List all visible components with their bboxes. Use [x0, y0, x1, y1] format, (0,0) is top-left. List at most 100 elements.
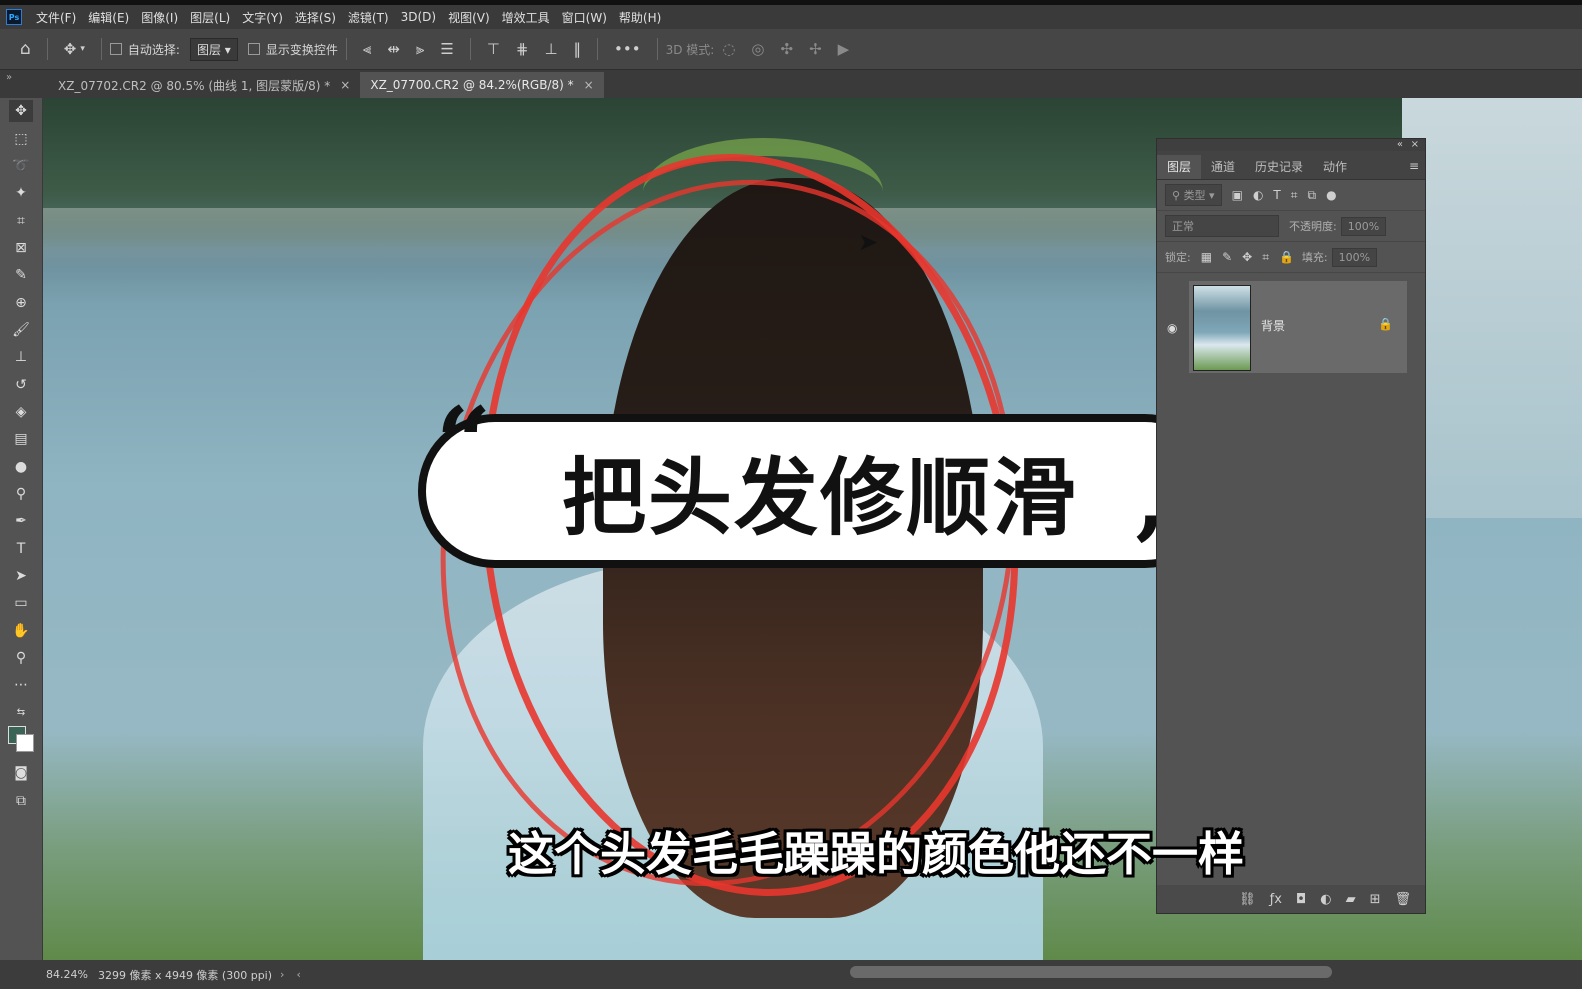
align-middle-icon[interactable]: ⋕ [516, 40, 529, 58]
lock-position-icon[interactable]: ✥ [1242, 250, 1252, 264]
lock-icon[interactable]: 🔒 [1378, 317, 1393, 331]
expand-toolbar-icon[interactable]: » [0, 70, 48, 83]
crop-tool-icon[interactable]: ⌗ [9, 210, 33, 232]
path-selection-tool-icon[interactable]: ➤ [9, 565, 33, 587]
healing-brush-tool-icon[interactable]: ⊕ [9, 292, 33, 314]
magic-wand-tool-icon[interactable]: ✦ [9, 182, 33, 204]
frame-tool-icon[interactable]: ⊠ [9, 237, 33, 259]
distribute-v-icon[interactable]: ‖ [574, 40, 582, 58]
add-mask-icon[interactable]: ◘ [1296, 892, 1306, 907]
blur-tool-icon[interactable]: ● [9, 456, 33, 478]
panel-menu-icon[interactable]: ≡ [1409, 159, 1419, 173]
eraser-tool-icon[interactable]: ◈ [9, 401, 33, 423]
horizontal-scrollbar[interactable] [850, 966, 1332, 978]
filter-adjustment-icon[interactable]: ◐ [1253, 188, 1263, 202]
layer-filter-dropdown[interactable]: ⚲ 类型 ▾ [1165, 184, 1222, 206]
background-color-swatch[interactable] [16, 734, 34, 752]
move-tool-icon[interactable]: ✥ [9, 100, 33, 122]
quick-mask-icon[interactable]: ◙ [9, 762, 33, 784]
drag-3d-icon[interactable]: ✣ [781, 40, 794, 58]
align-top-icon[interactable]: ⊤ [487, 40, 500, 58]
menu-3d[interactable]: 3D(D) [401, 10, 436, 24]
marquee-tool-icon[interactable]: ⬚ [9, 128, 33, 150]
zoom-tool-icon[interactable]: ⚲ [9, 647, 33, 669]
align-bottom-icon[interactable]: ⊥ [544, 40, 557, 58]
tab-history[interactable]: 历史记录 [1245, 155, 1313, 179]
slide-3d-icon[interactable]: ✢ [809, 40, 822, 58]
panel-tabs: 图层 通道 历史记录 动作 ≡ [1157, 151, 1425, 180]
menu-select[interactable]: 选择(S) [295, 9, 336, 26]
brush-tool-icon[interactable]: 🖌 [9, 319, 33, 341]
hand-tool-icon[interactable]: ✋ [9, 620, 33, 642]
lock-all-icon[interactable]: 🔒 [1279, 250, 1294, 264]
opacity-input[interactable]: 100% [1340, 216, 1387, 236]
lock-artboard-icon[interactable]: ⌗ [1262, 250, 1269, 265]
menu-file[interactable]: 文件(F) [36, 9, 76, 26]
menu-type[interactable]: 文字(Y) [242, 9, 283, 26]
show-transform-checkbox[interactable] [247, 43, 260, 55]
menu-edit[interactable]: 编辑(E) [88, 9, 129, 26]
close-icon[interactable]: × [584, 78, 594, 92]
close-icon[interactable]: × [340, 78, 350, 92]
gradient-tool-icon[interactable]: ▤ [9, 428, 33, 450]
tab-document-1[interactable]: XZ_07702.CR2 @ 80.5% (曲线 1, 图层蒙版/8) * × [48, 72, 360, 98]
chevron-down-icon[interactable]: ▾ [80, 44, 85, 54]
tab-layers[interactable]: 图层 [1157, 155, 1202, 179]
filter-toggle-icon[interactable]: ● [1326, 188, 1336, 202]
menu-view[interactable]: 视图(V) [448, 9, 490, 26]
history-brush-tool-icon[interactable]: ↺ [9, 374, 33, 396]
zoom-level[interactable]: 84.24% [46, 968, 88, 981]
filter-shape-icon[interactable]: ⌗ [1291, 188, 1298, 203]
blend-mode-dropdown[interactable]: 正常 [1165, 215, 1279, 237]
eyedropper-tool-icon[interactable]: ✎ [9, 264, 33, 286]
stamp-tool-icon[interactable]: ⊥ [9, 346, 33, 368]
menu-image[interactable]: 图像(I) [141, 9, 178, 26]
menu-filter[interactable]: 滤镜(T) [348, 9, 389, 26]
menu-window[interactable]: 窗口(W) [562, 9, 607, 26]
swap-colors-icon[interactable]: ⇆ [9, 702, 33, 724]
lasso-tool-icon[interactable]: ➰ [9, 155, 33, 177]
layer-effects-icon[interactable]: ƒx [1270, 892, 1282, 907]
scroll-left-icon[interactable]: ‹ [296, 968, 300, 981]
menu-layer[interactable]: 图层(L) [190, 9, 230, 26]
auto-select-dropdown[interactable]: 图层 ▾ [189, 37, 238, 61]
new-layer-icon[interactable]: ⊞ [1370, 892, 1381, 907]
dodge-tool-icon[interactable]: ⚲ [9, 483, 33, 505]
adjustment-layer-icon[interactable]: ◐ [1320, 892, 1331, 907]
lock-transparency-icon[interactable]: ▦ [1201, 250, 1212, 264]
close-icon[interactable]: × [1411, 139, 1419, 150]
tab-document-2[interactable]: XZ_07700.CR2 @ 84.2%(RGB/8) * × [360, 72, 604, 98]
move-tool-icon[interactable]: ✥ [64, 40, 77, 58]
menu-help[interactable]: 帮助(H) [619, 9, 661, 26]
screen-mode-icon[interactable]: ⧉ [9, 790, 33, 812]
fill-input[interactable]: 100% [1331, 247, 1378, 267]
align-left-icon[interactable]: ⫷ [363, 40, 371, 58]
distribute-icon[interactable]: ☰ [440, 40, 453, 58]
layer-row-background[interactable]: 背景 🔒 [1189, 281, 1407, 373]
home-icon[interactable]: ⌂ [20, 39, 31, 59]
tab-actions[interactable]: 动作 [1313, 155, 1357, 179]
camera-3d-icon[interactable]: ▶ [838, 40, 850, 58]
lock-pixels-icon[interactable]: ✎ [1222, 250, 1232, 264]
orbit-3d-icon[interactable]: ◌ [722, 40, 735, 58]
type-tool-icon[interactable]: T [9, 538, 33, 560]
new-group-icon[interactable]: ▰ [1346, 892, 1356, 907]
rectangle-tool-icon[interactable]: ▭ [9, 592, 33, 614]
menu-plugins[interactable]: 增效工具 [502, 9, 550, 26]
filter-type-icon[interactable]: T [1273, 188, 1280, 202]
visibility-eye-icon[interactable]: ◉ [1167, 321, 1177, 335]
pen-tool-icon[interactable]: ✒ [9, 510, 33, 532]
align-right-icon[interactable]: ⫸ [416, 40, 424, 58]
align-center-h-icon[interactable]: ⇹ [387, 40, 400, 58]
chevron-right-icon[interactable]: › [280, 968, 284, 981]
roll-3d-icon[interactable]: ◎ [751, 40, 764, 58]
link-layers-icon[interactable]: ⛓ [1239, 892, 1256, 907]
auto-select-checkbox[interactable] [109, 43, 122, 55]
tab-channels[interactable]: 通道 [1201, 155, 1245, 179]
collapse-panel-icon[interactable]: « [1397, 139, 1403, 150]
delete-layer-icon[interactable]: 🗑 [1394, 892, 1411, 907]
more-options-icon[interactable]: ••• [614, 40, 641, 58]
filter-pixel-icon[interactable]: ▣ [1232, 188, 1243, 202]
more-tools-icon[interactable]: ⋯ [9, 674, 33, 696]
filter-smart-object-icon[interactable]: ⧉ [1308, 188, 1317, 203]
